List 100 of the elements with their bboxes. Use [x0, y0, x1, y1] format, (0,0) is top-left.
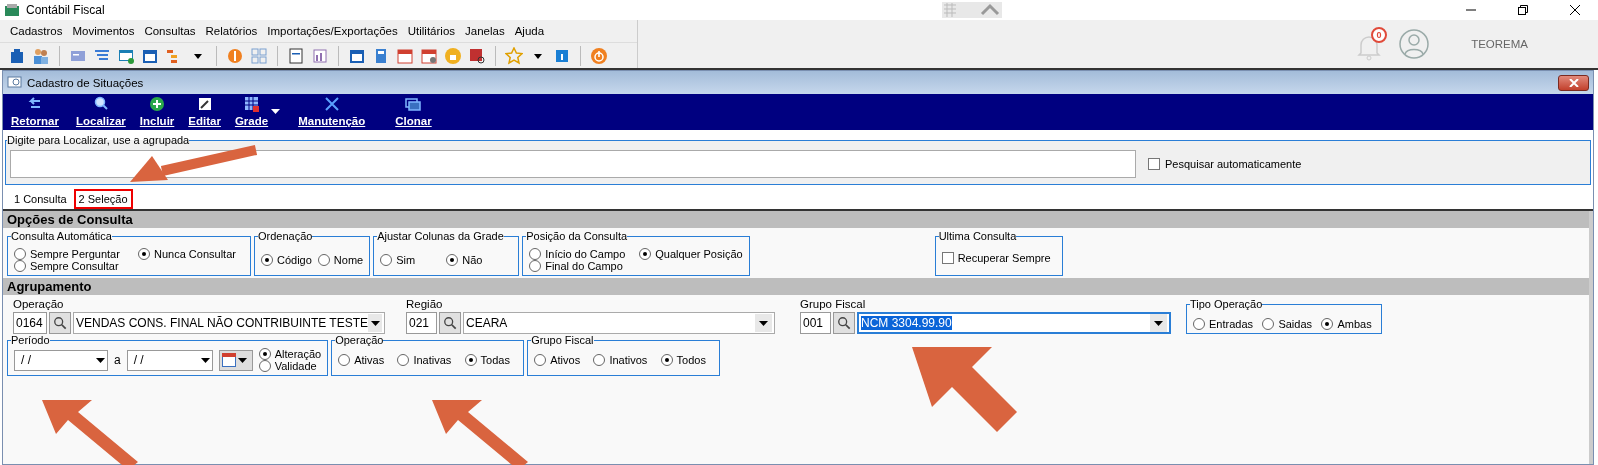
radio-option[interactable]: Final do Campo — [529, 260, 634, 272]
search-button[interactable] — [439, 312, 461, 334]
menu-item[interactable]: Consultas — [144, 25, 196, 38]
building-icon[interactable] — [8, 46, 26, 65]
menu-item[interactable]: Utilitários — [407, 25, 456, 38]
toolbar-button[interactable]: Grade — [234, 95, 269, 127]
radio-button[interactable] — [338, 354, 351, 366]
radio-option[interactable]: Entradas — [1193, 318, 1257, 330]
radio-option[interactable]: Início do Campo — [529, 248, 634, 260]
radio-button[interactable] — [660, 354, 673, 366]
dropdown-button[interactable] — [755, 314, 772, 332]
radio-button[interactable] — [397, 354, 410, 366]
tab[interactable]: 2 Seleção — [73, 189, 133, 209]
radio-button[interactable] — [261, 254, 273, 266]
radio-option[interactable]: Ativos — [534, 354, 588, 366]
radio-button[interactable] — [1193, 318, 1205, 330]
checkbox[interactable] — [1148, 158, 1160, 170]
code-field[interactable]: 0164 — [13, 312, 47, 334]
group-title: Tipo Operação — [1190, 298, 1263, 310]
search-field[interactable] — [10, 150, 1136, 178]
toolbar-button[interactable]: Localizar — [75, 95, 126, 127]
radio-button[interactable] — [258, 360, 271, 372]
radio-option[interactable]: Sim — [380, 254, 441, 266]
tools-icon — [322, 95, 341, 113]
close-icon — [1570, 5, 1580, 15]
dropdown-button[interactable] — [368, 314, 382, 332]
notification-count: 0 — [1371, 27, 1388, 43]
radio-button[interactable] — [138, 248, 150, 260]
calendar-icon[interactable] — [420, 46, 438, 65]
people-icon[interactable] — [32, 46, 50, 65]
radio-option[interactable]: Sempre Perguntar — [14, 248, 132, 260]
date-field[interactable]: / / — [14, 349, 108, 371]
search-button[interactable] — [49, 312, 71, 334]
radio-button[interactable] — [14, 248, 26, 260]
radio-button[interactable] — [529, 260, 542, 272]
star-icon[interactable] — [505, 46, 523, 65]
description-dropdown[interactable]: NCM 3304.99.90 — [857, 312, 1171, 334]
radio-option[interactable]: Inativos — [593, 354, 655, 366]
toolbar-button[interactable]: Retornar — [11, 95, 59, 127]
radio-button[interactable] — [1321, 318, 1334, 330]
radio-button[interactable] — [593, 354, 606, 366]
radio-option[interactable]: Nome — [317, 254, 364, 266]
radio-button[interactable] — [529, 248, 542, 260]
radio-option[interactable]: Qualquer Posição — [639, 248, 743, 260]
radio-button[interactable] — [258, 348, 271, 360]
toolbar-button[interactable]: Manutenção — [298, 95, 366, 127]
app-title: Contábil Fiscal — [26, 3, 105, 17]
code-field[interactable]: 001 — [800, 312, 831, 334]
field-label: Região — [406, 298, 444, 310]
code-field[interactable]: 021 — [406, 312, 437, 334]
radio-option[interactable]: Código — [261, 254, 312, 266]
toolbar-button[interactable]: Incluir — [139, 95, 175, 127]
radio-option[interactable]: Sempre Consultar — [14, 260, 132, 272]
menu-item[interactable]: Movimentos — [72, 25, 135, 38]
menu-item[interactable]: Janelas — [465, 25, 505, 38]
group-title: Operação — [335, 334, 384, 346]
description-dropdown[interactable]: CEARA — [463, 312, 775, 334]
radio-option[interactable]: Validade — [258, 360, 322, 372]
dropdown-button[interactable] — [1150, 314, 1167, 332]
radio-button[interactable] — [14, 260, 26, 272]
group-title: Período — [11, 334, 50, 346]
checkbox-option[interactable]: Recuperar Sempre — [941, 252, 1056, 264]
menu-item[interactable]: Cadastros — [10, 25, 63, 38]
description-dropdown[interactable]: VENDAS CONS. FINAL NÃO CONTRIBUINTE TESTE — [73, 312, 385, 334]
radio-button[interactable] — [1262, 318, 1275, 330]
radio-option[interactable]: Alteração — [258, 348, 322, 360]
radio-option[interactable]: Saidas — [1262, 318, 1316, 330]
radio-option[interactable]: Nunca Consultar — [138, 248, 244, 260]
radio-button[interactable] — [317, 254, 330, 266]
radio-option[interactable]: Todos — [660, 354, 714, 366]
toolbar-button[interactable]: Editar — [188, 95, 221, 127]
radio-button[interactable] — [534, 354, 547, 366]
search-button[interactable] — [833, 312, 855, 334]
document-icon[interactable] — [287, 46, 305, 65]
close-button[interactable] — [1558, 74, 1589, 91]
menu-item[interactable]: Ajuda — [514, 25, 545, 38]
chart-icon[interactable] — [311, 46, 329, 65]
calendar-button[interactable] — [218, 349, 253, 371]
menu-item[interactable]: Importações/Exportações — [267, 25, 398, 38]
radio-option[interactable]: Todas — [464, 354, 518, 366]
radio-button[interactable] — [380, 254, 393, 266]
plus-icon — [148, 95, 167, 113]
radio-button[interactable] — [446, 254, 459, 266]
notification-bell[interactable]: 0 — [1357, 27, 1388, 61]
calendar-icon[interactable] — [396, 46, 414, 65]
checkbox[interactable] — [941, 252, 954, 264]
radio-option[interactable]: Ativas — [338, 354, 392, 366]
menu-item[interactable]: Relatórios — [205, 25, 258, 38]
group-title: Ultima Consulta — [938, 230, 1017, 242]
radio-option[interactable]: Não — [446, 254, 513, 266]
toolbar-button[interactable]: Clonar — [395, 95, 432, 127]
radio-option[interactable]: Inativas — [397, 354, 459, 366]
radio-button[interactable] — [464, 354, 477, 366]
auto-search-checkbox[interactable]: Pesquisar automaticamente — [1148, 158, 1302, 170]
date-field[interactable]: / / — [126, 349, 213, 371]
search-window-icon — [7, 75, 23, 90]
caret-icon[interactable] — [271, 109, 281, 114]
radio-option[interactable]: Ambas — [1321, 318, 1375, 330]
power-icon[interactable] — [590, 46, 608, 65]
radio-button[interactable] — [639, 248, 652, 260]
